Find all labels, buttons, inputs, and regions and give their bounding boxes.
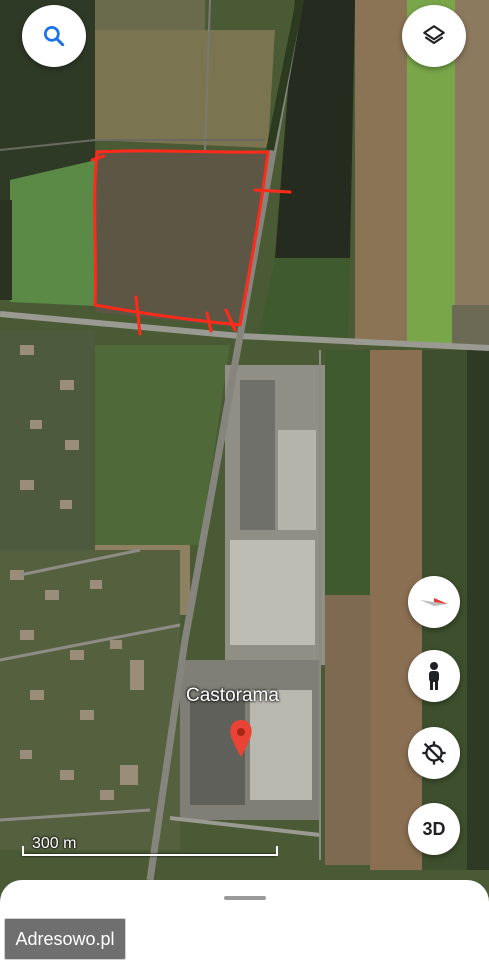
location-off-icon bbox=[422, 741, 446, 765]
3d-button[interactable]: 3D bbox=[408, 803, 460, 855]
place-label[interactable]: Castorama bbox=[186, 685, 279, 707]
3d-label: 3D bbox=[422, 818, 446, 839]
search-button[interactable] bbox=[22, 5, 86, 67]
street-view-button[interactable] bbox=[408, 650, 460, 702]
scale-tick-left bbox=[22, 846, 24, 856]
search-icon bbox=[43, 25, 65, 47]
watermark: Adresowo.pl bbox=[4, 918, 126, 960]
layers-icon bbox=[423, 25, 445, 45]
scale-label: 300 m bbox=[32, 835, 77, 852]
scale-line bbox=[22, 854, 276, 856]
my-location-button[interactable] bbox=[408, 727, 460, 779]
compass-icon bbox=[420, 598, 448, 606]
scale-tick-right bbox=[276, 846, 278, 856]
compass-button[interactable] bbox=[408, 576, 460, 628]
sheet-drag-handle[interactable] bbox=[224, 896, 266, 900]
pegman-icon bbox=[429, 662, 439, 690]
scale-bar: 300 m bbox=[22, 834, 278, 860]
layers-button[interactable] bbox=[402, 5, 466, 67]
